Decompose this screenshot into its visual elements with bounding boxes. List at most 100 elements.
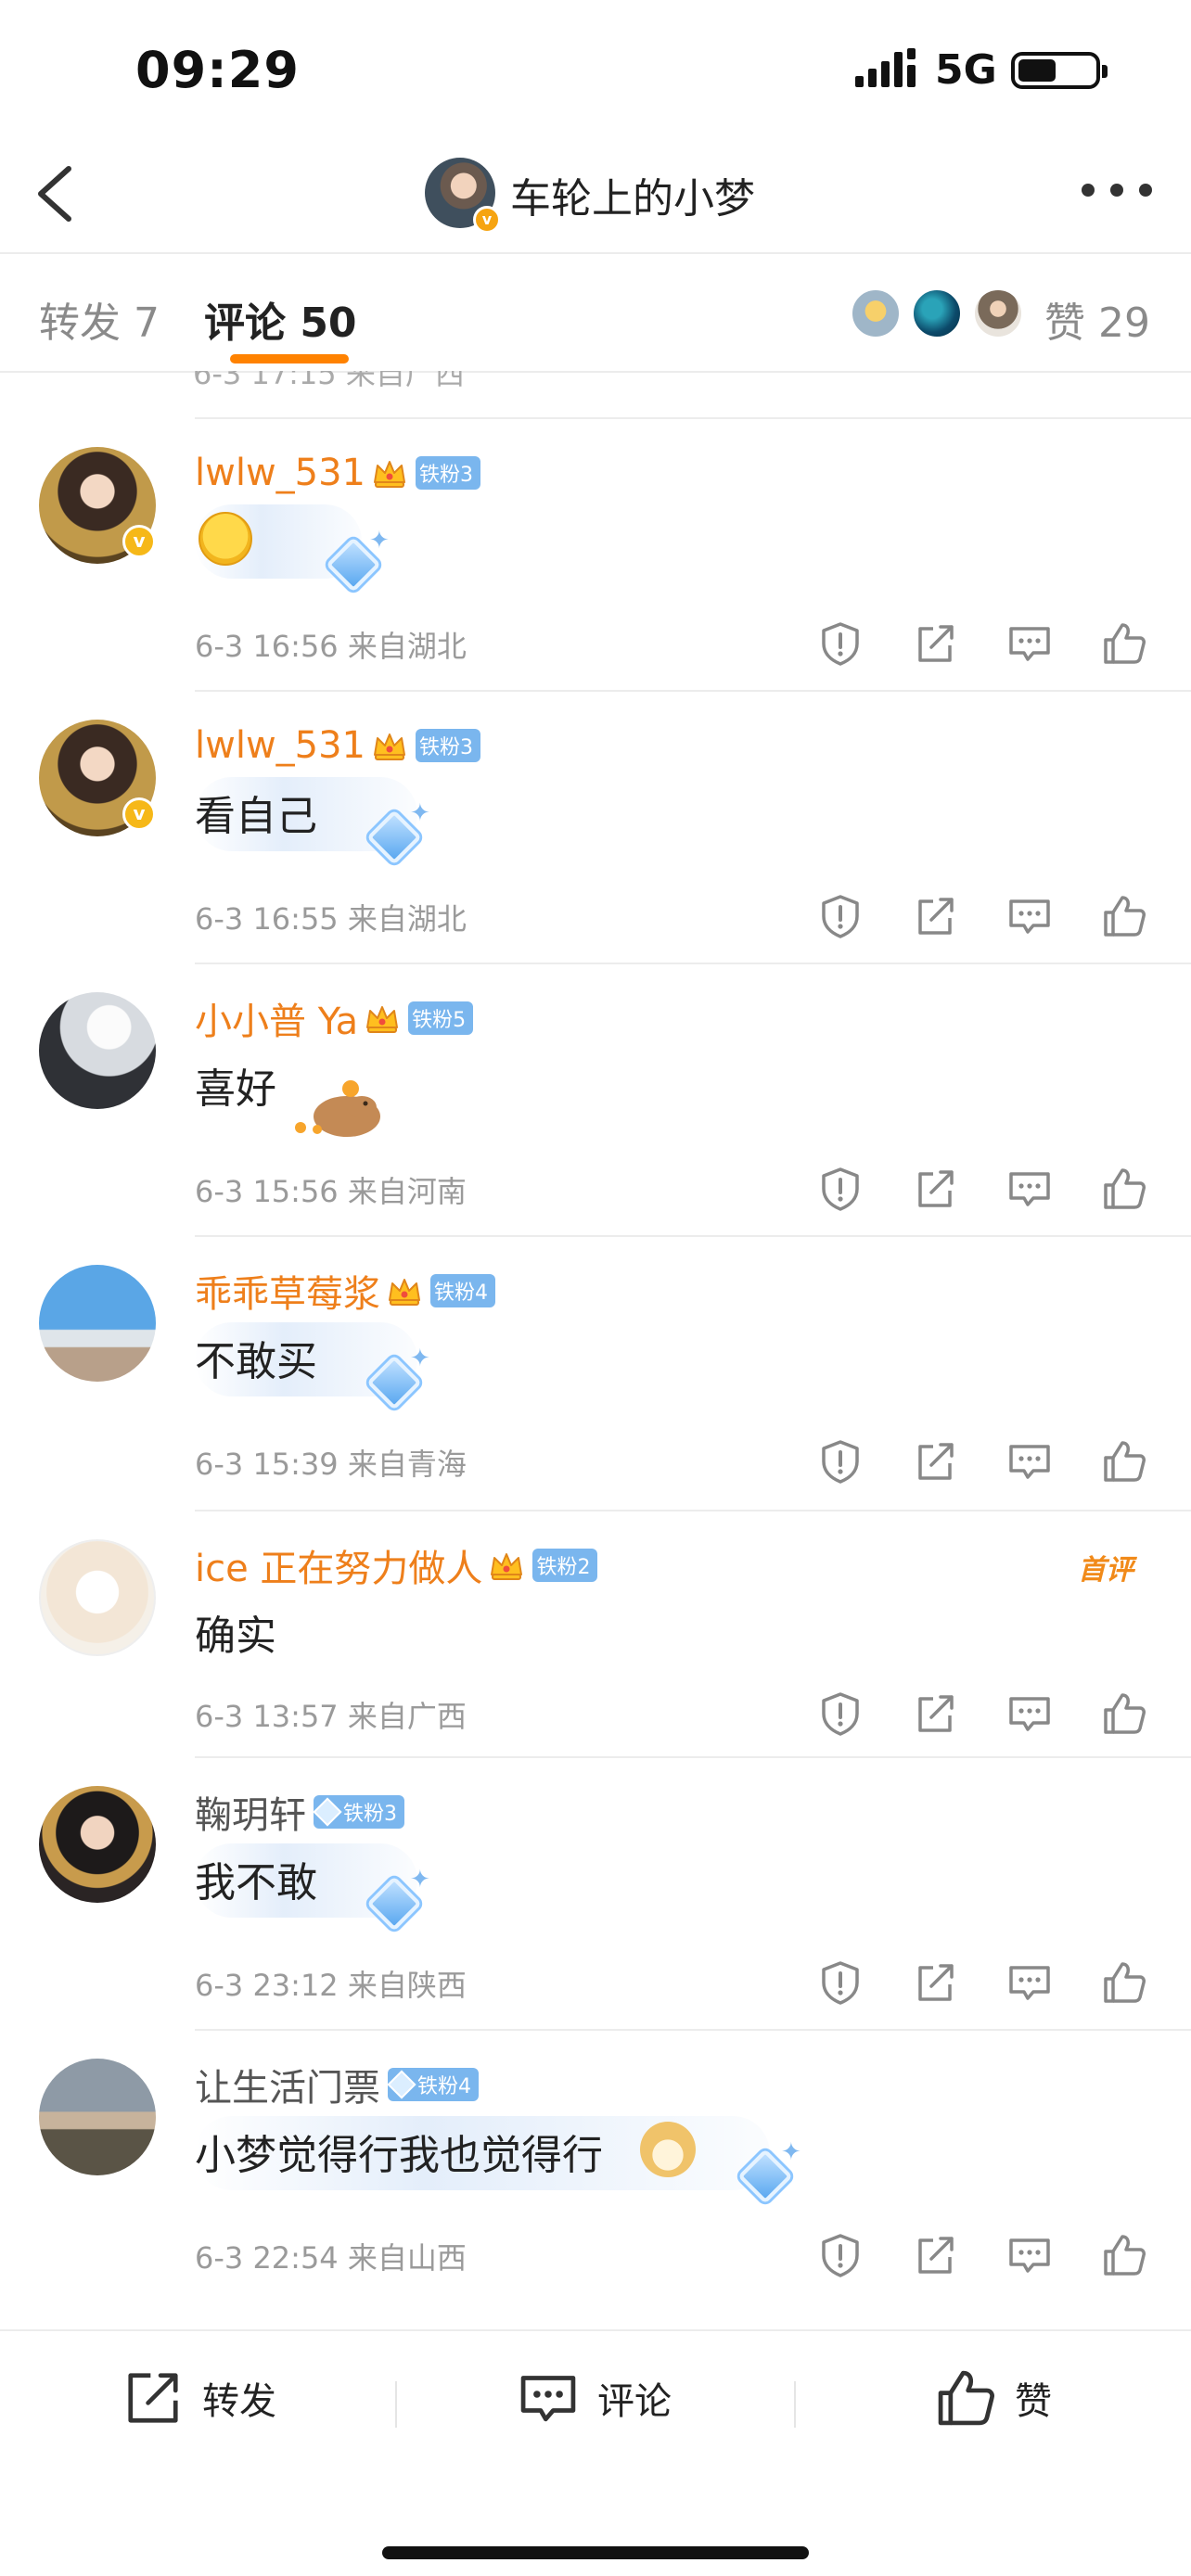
reply-icon[interactable]	[1005, 1958, 1054, 2007]
report-shield-icon[interactable]	[816, 2231, 864, 2279]
commenter-name[interactable]: ice 正在努力做人	[195, 1538, 482, 1592]
comment-divider	[195, 1510, 1191, 1511]
commenter-line: 让生活门票 铁粉4	[195, 2059, 479, 2111]
like-icon[interactable]	[1100, 619, 1148, 668]
reply-icon[interactable]	[1005, 1165, 1054, 1213]
liker-avatar	[911, 287, 963, 339]
liker-avatars[interactable]	[850, 287, 1026, 343]
commenter-avatar[interactable]	[39, 992, 156, 1109]
commenter-name[interactable]: 让生活门票	[195, 2058, 380, 2111]
share-icon[interactable]	[911, 1165, 959, 1213]
share-icon[interactable]	[911, 1437, 959, 1486]
comment-divider	[195, 1235, 1191, 1237]
like-icon[interactable]	[1100, 1690, 1148, 1738]
sparkle-icon: ✦	[410, 1866, 430, 1894]
comment-label: 评论	[597, 2380, 672, 2423]
comment-text: 不敢买	[195, 1338, 317, 1385]
battery-icon	[1011, 52, 1108, 89]
sparkle-icon: ✦	[410, 799, 430, 827]
report-shield-icon[interactable]	[816, 892, 864, 940]
capybara-sticker	[295, 1080, 380, 1137]
comment-meta: 6-3 17:15 来自广西	[193, 371, 465, 391]
network-type: 5G	[935, 46, 997, 94]
comment-actions	[816, 2231, 1150, 2283]
fan-badge: 铁粉4	[430, 1274, 495, 1307]
like-label: 赞	[1015, 2380, 1052, 2423]
tab-repost[interactable]: 转发 7	[39, 289, 160, 349]
commenter-name[interactable]: 小小普 Ya	[195, 991, 358, 1045]
like-icon[interactable]	[1100, 1165, 1148, 1213]
comment-text: 喜好	[195, 1065, 276, 1113]
fan-badge: 铁粉3	[416, 456, 481, 490]
commenter-avatar[interactable]	[39, 2059, 156, 2175]
doge-emoji	[640, 2122, 696, 2177]
commenter-name[interactable]: 乖乖草莓浆	[195, 1264, 380, 1318]
reply-icon[interactable]	[1005, 619, 1054, 668]
fan-badge: 铁粉3	[416, 729, 481, 762]
comment-actions	[816, 892, 1150, 944]
comment-button[interactable]: 评论	[516, 2361, 672, 2435]
like-icon[interactable]	[1100, 892, 1148, 940]
report-shield-icon[interactable]	[816, 1437, 864, 1486]
home-indicator[interactable]	[382, 2546, 809, 2559]
separator	[794, 2381, 796, 2428]
report-shield-icon[interactable]	[816, 1958, 864, 2007]
like-icon[interactable]	[1100, 2231, 1148, 2279]
like-icon[interactable]	[1100, 1437, 1148, 1486]
reply-icon[interactable]	[1005, 1437, 1054, 1486]
share-icon[interactable]	[911, 892, 959, 940]
commenter-name[interactable]: 鞠玥轩	[195, 1785, 306, 1839]
comment-icon	[520, 2376, 576, 2422]
back-arrow-icon[interactable]	[28, 161, 83, 226]
liker-avatar	[972, 287, 1024, 339]
like-icon	[938, 2370, 994, 2426]
repost-icon	[128, 2373, 178, 2423]
comment-actions	[816, 1958, 1150, 2010]
reply-icon[interactable]	[1005, 892, 1054, 940]
fan-badge-label: 铁粉3	[343, 1803, 397, 1826]
share-icon[interactable]	[911, 619, 959, 668]
reply-icon[interactable]	[1005, 2231, 1054, 2279]
more-options-icon[interactable]	[1082, 176, 1152, 204]
tab-likes[interactable]: 赞 29	[1044, 289, 1150, 349]
signal-icon	[855, 48, 916, 87]
commenter-avatar[interactable]	[39, 1539, 156, 1656]
comment-actions	[816, 1165, 1150, 1217]
reply-icon[interactable]	[1005, 1690, 1054, 1738]
commenter-name[interactable]: lwlw_531	[195, 452, 365, 494]
commenter-line: 鞠玥轩 铁粉3	[195, 1786, 404, 1838]
author-name[interactable]: 车轮上的小梦	[510, 165, 755, 224]
commenter-line: 乖乖草莓浆 铁粉4	[195, 1265, 495, 1317]
bottom-bar-divider	[0, 2329, 1191, 2331]
commenter-avatar[interactable]	[39, 1786, 156, 1903]
comment-divider	[195, 2029, 1191, 2031]
report-shield-icon[interactable]	[816, 1165, 864, 1213]
repost-button[interactable]: 转发	[121, 2361, 276, 2435]
commenter-line: lwlw_531 铁粉3	[195, 720, 481, 772]
comment-text: 看自己	[195, 793, 317, 840]
laughing-tears-emoji	[198, 512, 252, 566]
share-icon[interactable]	[911, 2231, 959, 2279]
separator	[395, 2381, 397, 2428]
comment-actions	[816, 1690, 1150, 1741]
nav-header: v 车轮上的小梦	[0, 139, 1191, 254]
like-icon[interactable]	[1100, 1958, 1148, 2007]
share-icon[interactable]	[911, 1690, 959, 1738]
crown-icon	[371, 454, 408, 491]
tab-comment[interactable]: 评论 50	[204, 289, 357, 349]
sparkle-icon: ✦	[781, 2138, 801, 2166]
report-shield-icon[interactable]	[816, 1690, 864, 1738]
diamond-icon	[387, 2070, 416, 2099]
commenter-name[interactable]: lwlw_531	[195, 724, 365, 767]
comment-meta: 6-3 15:39 来自青海	[195, 1447, 467, 1482]
report-shield-icon[interactable]	[816, 619, 864, 668]
partial-comment: 6-3 17:15 来自广西	[0, 371, 1191, 417]
commenter-avatar[interactable]	[39, 1265, 156, 1382]
share-icon[interactable]	[911, 1958, 959, 2007]
commenter-line: 小小普 Ya 铁粉5	[195, 991, 474, 1045]
fan-badge: 铁粉3	[313, 1795, 404, 1829]
fan-badge: 铁粉4	[387, 2068, 479, 2101]
bottom-action-bar: 转发 评论 赞	[0, 2333, 1191, 2481]
like-button[interactable]: 赞	[933, 2361, 1052, 2435]
comment-divider	[195, 690, 1191, 692]
